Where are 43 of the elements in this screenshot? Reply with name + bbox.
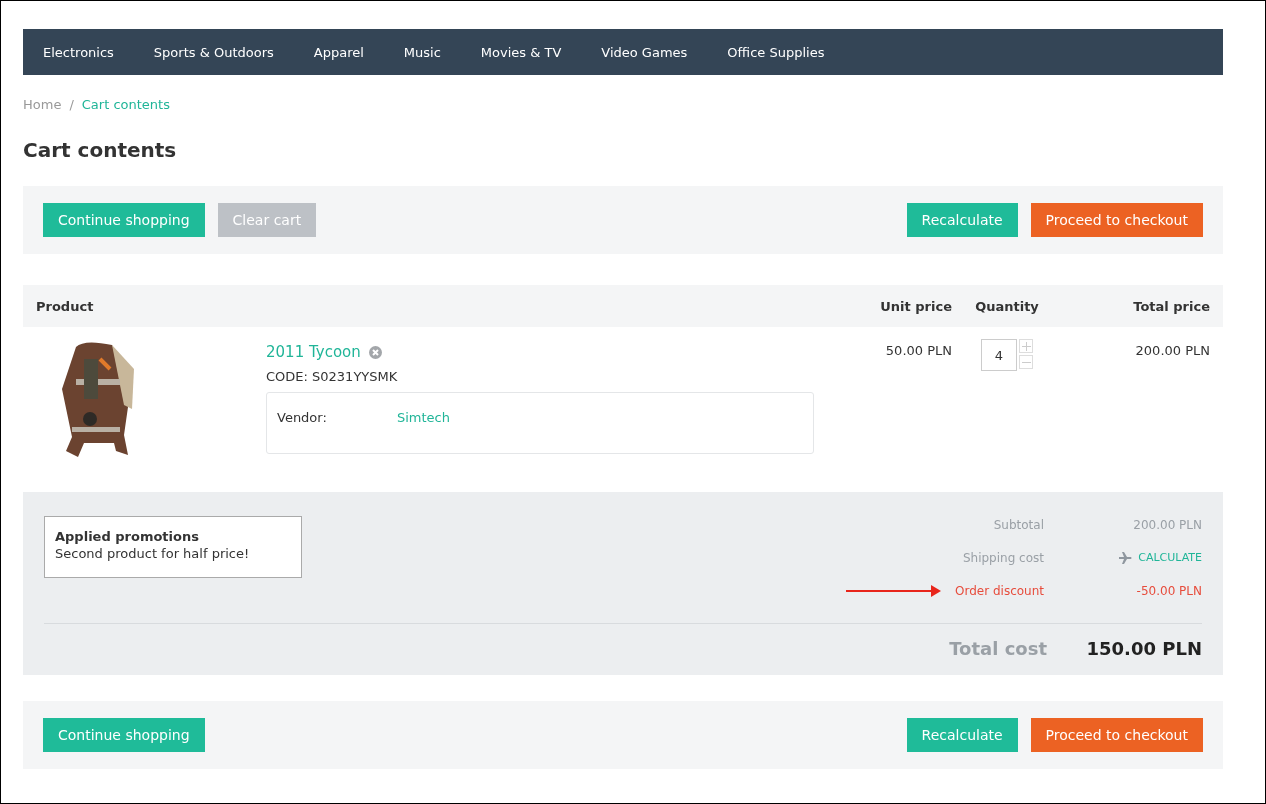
primary-button[interactable]: Recalculate bbox=[906, 203, 1018, 237]
total-cost-value: 150.00 PLN bbox=[1085, 638, 1202, 659]
column-header: Unit price bbox=[879, 298, 952, 314]
primary-button[interactable]: Recalculate bbox=[906, 718, 1018, 752]
promotions-title: Applied promotions bbox=[55, 529, 200, 544]
product-link[interactable]: 2011 Tycoon bbox=[266, 343, 361, 361]
total-label: Subtotal bbox=[993, 517, 1044, 532]
nav-link[interactable]: Sports & Outdoors bbox=[133, 44, 294, 60]
increase-icon[interactable] bbox=[1019, 339, 1033, 353]
column-header: Total price bbox=[1132, 298, 1210, 314]
total-value: -50.00 PLN bbox=[1136, 583, 1202, 598]
nav-link[interactable]: Movies & TV bbox=[460, 44, 582, 60]
primary-button[interactable]: Continue shopping bbox=[43, 203, 205, 237]
product-code: CODE: S0231YYSMK bbox=[266, 369, 399, 384]
primary-button[interactable]: Continue shopping bbox=[43, 718, 205, 752]
total-label: Shipping cost bbox=[962, 550, 1044, 565]
page-title: Cart contents bbox=[23, 138, 178, 162]
vendor-label: Vendor: bbox=[277, 410, 328, 427]
total-cost-label: Total cost bbox=[949, 638, 1047, 659]
checkout-button[interactable]: Proceed to checkout bbox=[1030, 203, 1203, 237]
total-label: Order discount bbox=[955, 583, 1044, 598]
checkout-button[interactable]: Proceed to checkout bbox=[1030, 718, 1203, 752]
nav-link[interactable]: Video Games bbox=[581, 44, 708, 60]
nav-link[interactable]: Apparel bbox=[293, 44, 384, 60]
airplane-icon bbox=[1119, 551, 1133, 564]
calculate-link[interactable]: CALCULATE bbox=[1138, 551, 1202, 564]
unit-price: 50.00 PLN bbox=[884, 342, 952, 360]
breadcrumb-link[interactable]: Home bbox=[23, 97, 62, 112]
decrease-icon[interactable] bbox=[1019, 355, 1033, 369]
clear-cart-button[interactable]: Clear cart bbox=[217, 203, 317, 237]
breadcrumb-link[interactable]: Cart contents bbox=[81, 97, 170, 112]
total-price: 200.00 PLN bbox=[1134, 342, 1210, 360]
nav-link[interactable]: Electronics bbox=[23, 44, 134, 60]
column-header: Product bbox=[36, 298, 95, 314]
quantity-field[interactable]: 4 bbox=[981, 339, 1017, 371]
breadcrumb-separator: / bbox=[69, 97, 74, 112]
total-value: 200.00 PLN bbox=[1133, 517, 1202, 532]
remove-icon[interactable] bbox=[368, 345, 382, 359]
nav-link[interactable]: Music bbox=[383, 44, 461, 60]
nav-link[interactable]: Office Supplies bbox=[707, 44, 845, 60]
column-header: Quantity bbox=[974, 298, 1040, 314]
promotion-text: Second product for half price! bbox=[55, 546, 251, 561]
vendor-link[interactable]: Simtech bbox=[397, 410, 450, 436]
